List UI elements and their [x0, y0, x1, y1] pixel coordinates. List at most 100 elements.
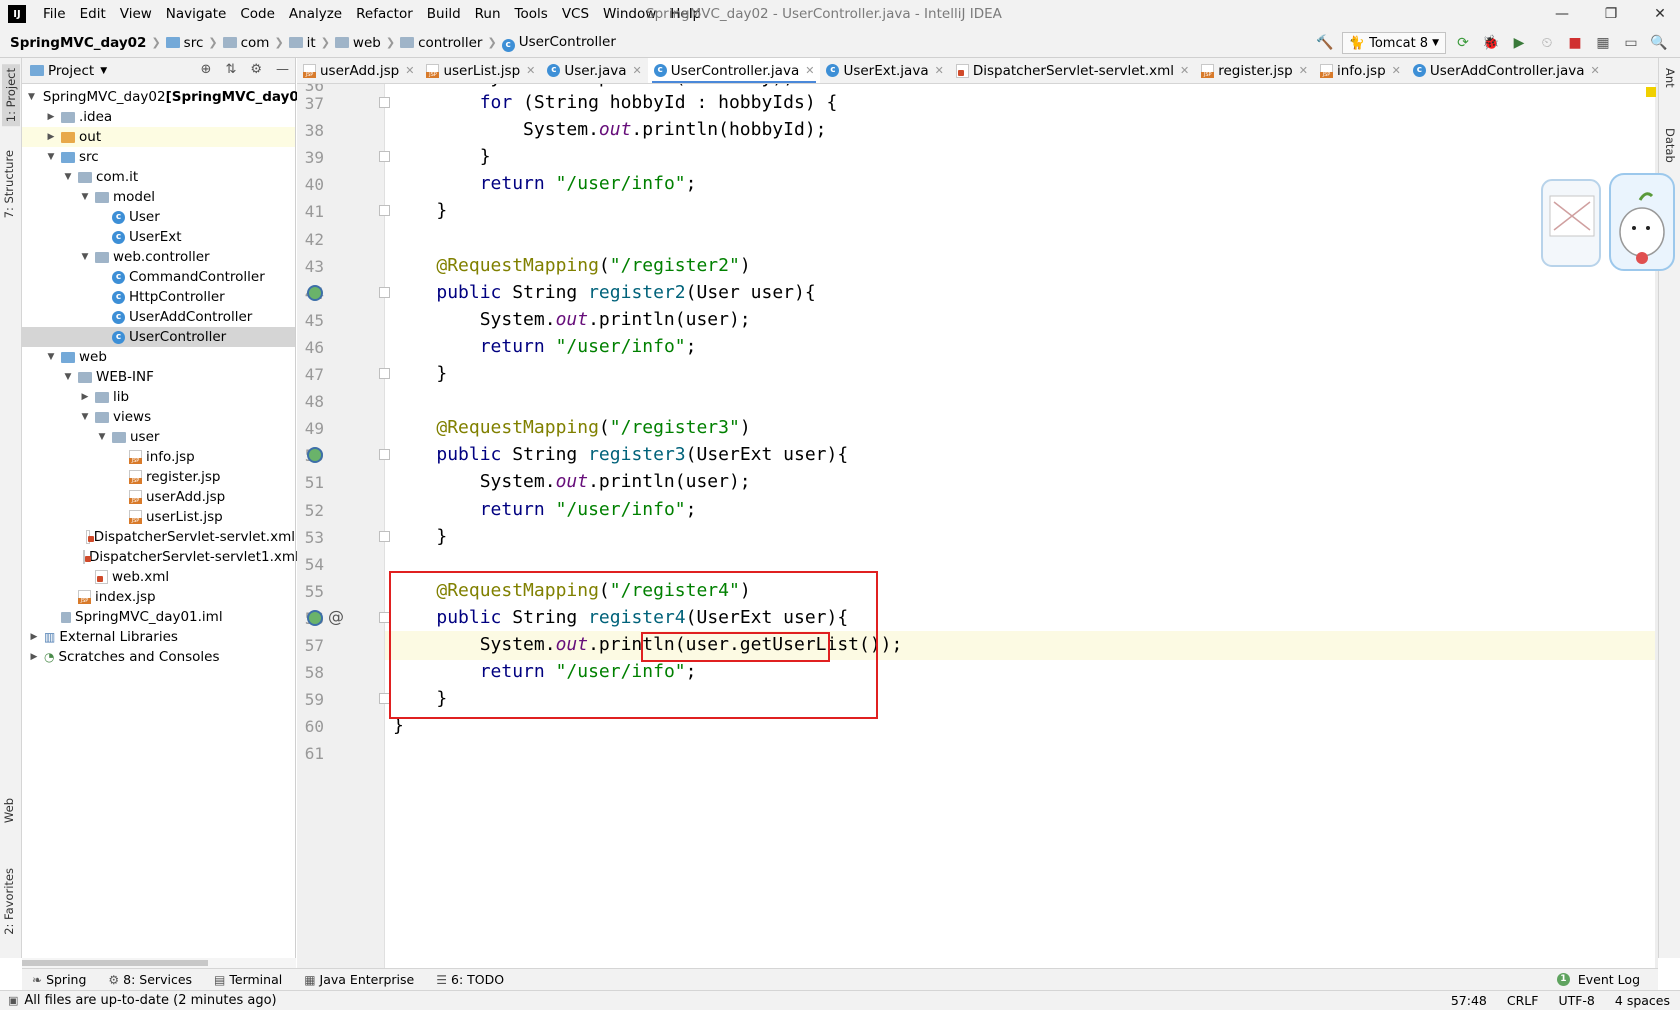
- search-icon[interactable]: 🔍: [1648, 32, 1670, 54]
- minimize-icon[interactable]: —: [1548, 2, 1576, 26]
- chevron-down-icon[interactable]: ▼: [79, 247, 91, 267]
- chevron-down-icon[interactable]: ▼: [79, 407, 91, 427]
- close-tab-icon[interactable]: ✕: [935, 64, 944, 77]
- chevron-right-icon[interactable]: ▶: [28, 627, 40, 647]
- close-tab-icon[interactable]: ✕: [1392, 64, 1401, 77]
- tree-node[interactable]: register.jsp: [22, 467, 295, 487]
- build-hammer-icon[interactable]: 🔨: [1314, 32, 1336, 54]
- fold-marker-icon[interactable]: [379, 97, 390, 108]
- menu-edit[interactable]: Edit: [73, 6, 113, 22]
- fold-marker-icon[interactable]: [379, 205, 390, 217]
- close-tab-icon[interactable]: ✕: [405, 64, 414, 77]
- status-encoding[interactable]: UTF-8: [1558, 993, 1594, 1008]
- hide-icon[interactable]: —: [276, 62, 289, 77]
- tree-node[interactable]: index.jsp: [22, 587, 295, 607]
- tree-node[interactable]: c User: [22, 207, 295, 227]
- menu-vcs[interactable]: VCS: [555, 6, 596, 22]
- fold-marker-icon[interactable]: [379, 530, 390, 542]
- tree-node[interactable]: ▶ ▥ External Libraries: [22, 627, 295, 647]
- menu-build[interactable]: Build: [420, 6, 468, 22]
- tree-node[interactable]: c UserAddController: [22, 307, 295, 327]
- tool-spring[interactable]: ❧ Spring: [32, 972, 86, 987]
- tree-node[interactable]: ▼ views: [22, 407, 295, 427]
- tree-node[interactable]: web.xml: [22, 567, 295, 587]
- fold-marker-icon[interactable]: [379, 286, 390, 298]
- project-tool-tab[interactable]: 1: Project: [2, 64, 20, 127]
- profile-icon[interactable]: ⏲: [1536, 32, 1558, 54]
- breadcrumb-src[interactable]: src: [165, 35, 203, 51]
- chevron-right-icon[interactable]: ▶: [45, 107, 57, 127]
- spring-request-mapping-icon[interactable]: [307, 284, 323, 301]
- chevron-right-icon[interactable]: ▶: [28, 647, 40, 667]
- tree-node[interactable]: userList.jsp: [22, 507, 295, 527]
- run-config-select[interactable]: 🐈 Tomcat 8 ▼: [1341, 32, 1446, 54]
- tool-8-services[interactable]: ⚙ 8: Services: [108, 972, 192, 987]
- menu-navigate[interactable]: Navigate: [159, 6, 234, 22]
- tree-node[interactable]: SpringMVC_day01.iml: [22, 607, 295, 627]
- close-tab-icon[interactable]: ✕: [1180, 64, 1189, 77]
- structure-tool-tab[interactable]: 7: Structure: [2, 150, 16, 218]
- menu-analyze[interactable]: Analyze: [282, 6, 349, 22]
- window-icon[interactable]: ▭: [1620, 32, 1642, 54]
- status-window-icon[interactable]: ▣: [8, 994, 18, 1007]
- close-tab-icon[interactable]: ✕: [1299, 64, 1308, 77]
- tab-dispatcherservlet-servlet-xml[interactable]: DispatcherServlet-servlet.xml ✕: [950, 58, 1195, 83]
- tab-useradd-jsp[interactable]: userAdd.jsp ✕: [297, 58, 420, 83]
- project-panel-title[interactable]: Project: [48, 63, 94, 79]
- menu-run[interactable]: Run: [468, 6, 508, 22]
- tree-node[interactable]: ▼ src: [22, 147, 295, 167]
- tree-node[interactable]: ▼ SpringMVC_day02 [SpringMVC_day01]: [22, 87, 314, 107]
- menu-refactor[interactable]: Refactor: [349, 6, 420, 22]
- tree-node[interactable]: ▼ WEB-INF: [22, 367, 295, 387]
- collapse-icon[interactable]: ⇅: [225, 62, 236, 77]
- project-scrollbar[interactable]: [22, 958, 296, 968]
- breadcrumb-class[interactable]: c UserController: [501, 34, 616, 52]
- close-tab-icon[interactable]: ✕: [632, 64, 641, 77]
- favorites-tool-tab[interactable]: 2: Favorites: [2, 868, 16, 935]
- breadcrumb-it[interactable]: it: [288, 35, 316, 51]
- tab-userext-java[interactable]: c UserExt.java ✕: [820, 58, 949, 83]
- tool-6-todo[interactable]: ☰ 6: TODO: [436, 972, 504, 987]
- chevron-right-icon[interactable]: ▶: [45, 127, 57, 147]
- chevron-down-icon[interactable]: ▼: [96, 427, 108, 447]
- fold-marker-icon[interactable]: [379, 449, 390, 461]
- tree-node[interactable]: ▶ out: [22, 127, 295, 147]
- fold-marker-icon[interactable]: [379, 151, 390, 163]
- project-scroll-thumb[interactable]: [22, 960, 208, 966]
- chevron-down-icon[interactable]: ▼: [100, 66, 107, 76]
- breadcrumb-web[interactable]: web: [334, 35, 381, 51]
- tree-node[interactable]: ▼ user: [22, 427, 295, 447]
- chevron-down-icon[interactable]: ▼: [28, 87, 35, 107]
- menu-code[interactable]: Code: [233, 6, 282, 22]
- chevron-down-icon[interactable]: ▼: [79, 187, 91, 207]
- spring-request-mapping-icon[interactable]: [307, 609, 323, 626]
- restore-icon[interactable]: ❐: [1597, 2, 1625, 26]
- debug-icon[interactable]: 🐞: [1480, 32, 1502, 54]
- close-tab-icon[interactable]: ✕: [805, 64, 814, 77]
- status-indent[interactable]: 4 spaces: [1615, 993, 1670, 1008]
- fold-marker-icon[interactable]: [379, 368, 390, 379]
- status-caret-position[interactable]: 57:48: [1451, 993, 1487, 1008]
- tab-userlist-jsp[interactable]: userList.jsp ✕: [420, 58, 541, 83]
- chevron-right-icon[interactable]: ▶: [79, 387, 91, 407]
- breadcrumb-controller[interactable]: controller: [400, 35, 482, 51]
- event-log-button[interactable]: 1 Event Log: [1556, 972, 1640, 987]
- tab-useraddcontroller-java[interactable]: c UserAddController.java ✕: [1407, 58, 1606, 83]
- menu-tools[interactable]: Tools: [508, 6, 555, 22]
- tree-node[interactable]: ▶ ◔ Scratches and Consoles: [22, 647, 295, 667]
- close-window-icon[interactable]: ✕: [1646, 2, 1674, 26]
- coverage-icon[interactable]: ▶: [1508, 32, 1530, 54]
- close-tab-icon[interactable]: ✕: [526, 64, 535, 77]
- gear-icon[interactable]: ⚙: [250, 62, 262, 77]
- rerun-icon[interactable]: ⟳: [1452, 32, 1474, 54]
- breadcrumb-com[interactable]: com: [222, 35, 269, 51]
- tree-node[interactable]: ▼ com.it: [22, 167, 295, 187]
- tab-usercontroller-java[interactable]: c UserController.java ✕: [647, 58, 821, 83]
- tree-node[interactable]: userAdd.jsp: [22, 487, 295, 507]
- menu-view[interactable]: View: [113, 6, 159, 22]
- warning-marker-icon[interactable]: [1646, 87, 1656, 97]
- tree-node[interactable]: c UserExt: [22, 227, 295, 247]
- annotation-at-icon[interactable]: @: [328, 607, 344, 626]
- tree-node[interactable]: ▼ web.controller: [22, 247, 295, 267]
- menu-file[interactable]: File: [36, 6, 73, 22]
